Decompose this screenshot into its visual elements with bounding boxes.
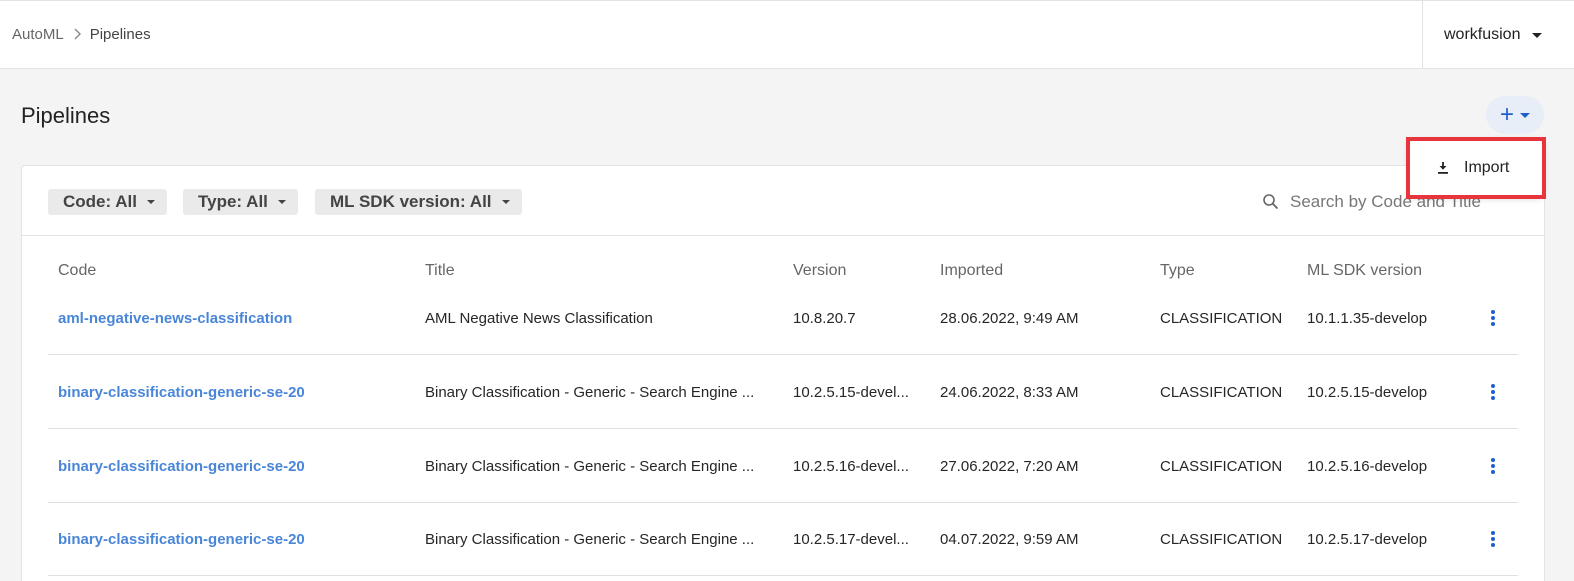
pipeline-title: Binary Classification - Generic - Search… bbox=[425, 384, 755, 401]
breadcrumb-pipelines: Pipelines bbox=[89, 25, 151, 43]
column-header-code[interactable]: Code bbox=[58, 262, 96, 280]
caret-down-icon bbox=[277, 200, 286, 204]
pipeline-type: CLASSIFICATION bbox=[1160, 310, 1283, 327]
add-menu-button[interactable]: + bbox=[1486, 96, 1544, 134]
tenant-selector[interactable]: workfusion bbox=[1422, 1, 1574, 69]
pipeline-code-link[interactable]: binary-classification-generic-se-20 bbox=[58, 384, 408, 401]
pipeline-type: CLASSIFICATION bbox=[1160, 384, 1283, 401]
add-dropdown-menu: Import bbox=[1410, 140, 1542, 196]
breadcrumb-automl[interactable]: AutoML bbox=[12, 26, 64, 43]
column-header-sdk-version[interactable]: ML SDK version bbox=[1307, 262, 1422, 280]
import-menu-item[interactable]: Import bbox=[1410, 140, 1542, 196]
pipeline-imported: 27.06.2022, 7:20 AM bbox=[940, 458, 1079, 475]
type-filter[interactable]: Type: All bbox=[183, 189, 298, 215]
type-filter-label: Type: All bbox=[198, 192, 268, 211]
table-row: binary-classification-generic-se-20 Bina… bbox=[48, 429, 1518, 503]
pipeline-sdk-version: 10.2.5.15-develop bbox=[1307, 384, 1428, 401]
pipeline-version: 10.2.5.15-devel... bbox=[793, 384, 909, 401]
pipeline-title: AML Negative News Classification bbox=[425, 310, 653, 327]
breadcrumb: AutoML Pipelines bbox=[12, 25, 151, 43]
more-options-icon[interactable] bbox=[1486, 529, 1500, 549]
sdk-version-filter[interactable]: ML SDK version: All bbox=[315, 189, 522, 215]
pipelines-card: Code: All Type: All ML SDK version: All … bbox=[21, 165, 1545, 581]
search-icon bbox=[1263, 194, 1279, 210]
pipeline-imported: 28.06.2022, 9:49 AM bbox=[940, 310, 1079, 327]
pipeline-type: CLASSIFICATION bbox=[1160, 458, 1283, 475]
filter-bar: Code: All Type: All ML SDK version: All bbox=[22, 166, 1544, 236]
import-label: Import bbox=[1464, 159, 1510, 176]
pipeline-sdk-version: 10.2.5.16-develop bbox=[1307, 458, 1428, 475]
pipeline-version: 10.2.5.16-devel... bbox=[793, 458, 909, 475]
pipeline-title: Binary Classification - Generic - Search… bbox=[425, 531, 755, 548]
more-options-icon[interactable] bbox=[1486, 456, 1500, 476]
pipeline-code-link[interactable]: binary-classification-generic-se-20 bbox=[58, 458, 408, 475]
plus-icon: + bbox=[1499, 101, 1514, 128]
pipeline-title: Binary Classification - Generic - Search… bbox=[425, 458, 755, 475]
sdk-version-filter-label: ML SDK version: All bbox=[330, 192, 492, 211]
caret-down-icon bbox=[1520, 112, 1530, 118]
tenant-name: workfusion bbox=[1444, 26, 1521, 43]
download-icon bbox=[1438, 162, 1448, 174]
caret-down-icon bbox=[1532, 32, 1543, 38]
column-header-title[interactable]: Title bbox=[425, 262, 455, 280]
pipeline-version: 10.2.5.17-devel... bbox=[793, 531, 909, 548]
more-options-icon[interactable] bbox=[1486, 308, 1500, 328]
code-filter-label: Code: All bbox=[63, 192, 137, 211]
caret-down-icon bbox=[146, 200, 155, 204]
caret-down-icon bbox=[501, 200, 510, 204]
pipeline-sdk-version: 10.2.5.17-develop bbox=[1307, 531, 1428, 548]
more-options-icon[interactable] bbox=[1486, 382, 1500, 402]
table-row: binary-classification-generic-se-20 Bina… bbox=[48, 355, 1518, 429]
pipeline-code-link[interactable]: aml-negative-news-classification bbox=[58, 310, 408, 327]
pipeline-code-link[interactable]: binary-classification-generic-se-20 bbox=[58, 531, 408, 548]
column-header-imported[interactable]: Imported bbox=[940, 262, 1003, 280]
chevron-right-icon bbox=[74, 28, 81, 40]
column-header-type[interactable]: Type bbox=[1160, 262, 1195, 280]
pipeline-sdk-version: 10.1.1.35-develop bbox=[1307, 310, 1428, 327]
column-header-version[interactable]: Version bbox=[793, 262, 846, 280]
top-bar: AutoML Pipelines workfusion bbox=[0, 0, 1574, 69]
pipeline-version: 10.8.20.7 bbox=[793, 310, 856, 327]
code-filter[interactable]: Code: All bbox=[48, 189, 167, 215]
page-title: Pipelines bbox=[21, 103, 111, 128]
table-row: aml-negative-news-classification AML Neg… bbox=[48, 281, 1518, 355]
pipeline-imported: 04.07.2022, 9:59 AM bbox=[940, 531, 1079, 548]
pipeline-type: CLASSIFICATION bbox=[1160, 531, 1283, 548]
pipeline-imported: 24.06.2022, 8:33 AM bbox=[940, 384, 1079, 401]
table-row: binary-classification-generic-se-20 Bina… bbox=[48, 502, 1518, 576]
